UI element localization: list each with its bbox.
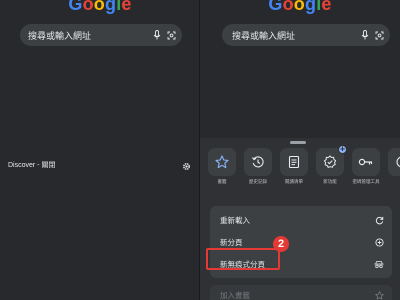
shortcut-label: 閱讀清單 [285,180,303,185]
google-logo: Google [0,0,200,15]
right-browser-panel: Google 搜尋或輸入網址 書籤 歷史記錄 閱讀清單 + 新功能 密碼管理工具… [200,0,400,300]
shortcut-tile[interactable] [352,148,380,176]
new-badge-icon: + [338,145,347,154]
logo-letter: G [68,0,83,14]
lens-icon[interactable] [375,31,384,40]
drag-handle[interactable] [290,141,306,144]
logo-letter: o [282,0,294,14]
shortcut-partial[interactable] [386,148,400,179]
shortcut-tile[interactable] [208,148,236,176]
gear-icon[interactable] [182,162,191,171]
shortcut-label: 書籤 [217,180,227,185]
shortcut-label: 密碼管理工具 [352,180,380,185]
discover-status: Discover - 關閉 [8,162,56,169]
overflow-menu-sheet: 書籤 歷史記錄 閱讀清單 + 新功能 密碼管理工具 重新載入 新分頁 新無痕式分… [200,138,400,300]
reload-icon [375,216,384,224]
whats-new-icon [323,155,337,169]
search-bar[interactable]: 搜尋或輸入網址 [222,24,390,46]
shortcut-whats-new[interactable]: + 新功能 [314,145,347,185]
shortcut-tile[interactable] [388,148,400,176]
shortcut-row: 書籤 歷史記錄 閱讀清單 + 新功能 密碼管理工具 [206,145,400,198]
logo-letter: g [104,0,117,14]
logo-letter: o [93,0,105,14]
logo-letter: o [82,0,94,14]
menu-item-add-bookmark[interactable]: 加入書籤 [210,285,392,300]
menu-item-label: 重新載入 [220,215,250,225]
step-callout-badge: 2 [273,236,289,252]
logo-letter: e [121,0,132,14]
microphone-icon[interactable] [361,30,369,40]
menu-item-label: 新分頁 [220,237,243,247]
partial-icon [396,156,400,168]
shortcut-tile[interactable]: + [316,145,347,176]
microphone-icon[interactable] [153,30,161,40]
reading-list-icon [288,155,300,169]
menu-item-reload[interactable]: 重新載入 [210,209,392,231]
left-browser-panel: Google 搜尋或輸入網址 Discover - 關閉 [0,0,200,300]
shortcut-password-manager[interactable]: 密碼管理工具 [350,148,382,185]
key-icon [358,158,373,166]
shortcut-label: 新功能 [323,180,337,185]
incognito-icon [374,260,384,268]
logo-letter: g [304,0,317,14]
star-icon [215,155,229,169]
search-input[interactable]: 搜尋或輸入網址 [232,29,361,42]
shortcut-tile[interactable] [280,148,308,176]
search-input[interactable]: 搜尋或輸入網址 [28,29,153,42]
menu-item-label: 加入書籤 [220,290,250,300]
shortcut-reading-list[interactable]: 閱讀清單 [278,148,310,185]
logo-letter: G [268,0,283,14]
history-icon [252,156,264,168]
logo-letter: e [321,0,332,14]
search-bar[interactable]: 搜尋或輸入網址 [20,24,182,46]
shortcut-label: 歷史記錄 [249,180,267,185]
shortcut-tile[interactable] [244,148,272,176]
highlight-box [206,248,280,270]
logo-letter: o [293,0,305,14]
google-logo: Google [200,0,400,15]
shortcut-bookmarks[interactable]: 書籤 [206,148,238,185]
lens-icon[interactable] [167,31,176,40]
add-circle-icon [375,237,384,247]
star-outline-icon [375,290,384,299]
shortcut-history[interactable]: 歷史記錄 [242,148,274,185]
